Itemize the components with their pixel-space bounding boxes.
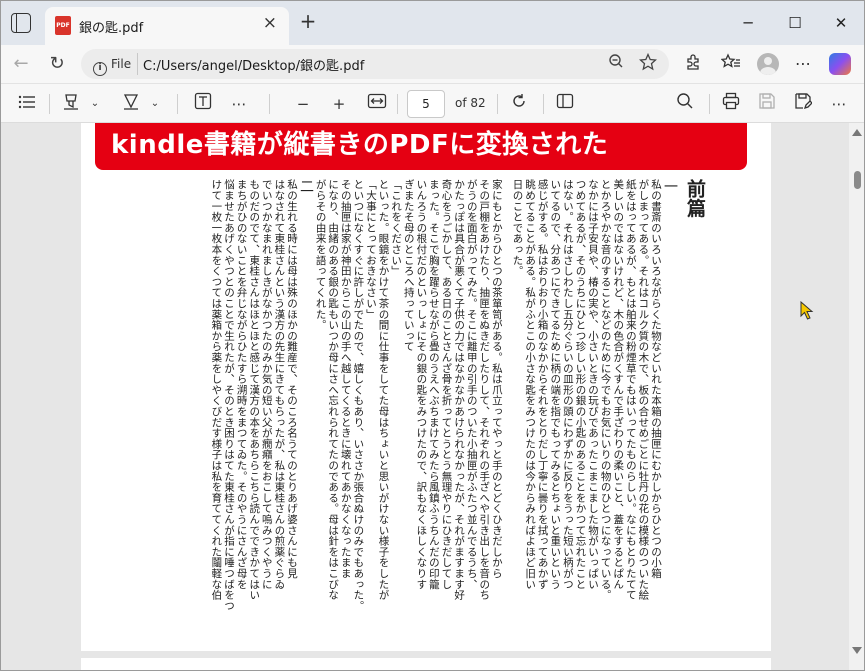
- maximize-button[interactable]: ☐: [775, 9, 815, 37]
- url-text[interactable]: C:/Users/angel/Desktop/銀の匙.pdf: [143, 55, 364, 74]
- zoom-out-button[interactable]: −: [291, 92, 315, 116]
- text-column: いんろうの根付だのといっしょにその銀の匙をみつけたので、訳もなくほしくなりす: [415, 179, 428, 590]
- tab-close-icon[interactable]: ×: [263, 13, 277, 33]
- more-options-icon[interactable]: ⋯: [791, 53, 815, 75]
- info-icon: i: [93, 62, 107, 76]
- page-view-icon[interactable]: [553, 92, 577, 116]
- text-column: がらその由来を語ってくれた。: [314, 179, 327, 331]
- rotate-icon[interactable]: [507, 92, 531, 116]
- draw-dropdown-chevron-icon[interactable]: ⌄: [147, 92, 163, 116]
- new-tab-button[interactable]: +: [295, 9, 321, 35]
- book-heading: 前篇: [684, 179, 706, 218]
- extensions-icon[interactable]: [681, 53, 705, 75]
- minimize-button[interactable]: ─: [728, 9, 768, 37]
- back-button[interactable]: ←: [7, 50, 35, 78]
- text-column: はない。それはさしわたし五分ぐらいの皿形の頭にわずかに反りをうった短い柄がつ: [561, 179, 574, 590]
- vertical-scrollbar[interactable]: [849, 123, 864, 670]
- text-column: 感じがする。私はおりおり小箱のなかからそれをとりだし丁寧に曇りを拭ってあかず: [536, 179, 549, 590]
- scroll-down-arrow-icon[interactable]: [852, 647, 862, 654]
- tab-actions-icon[interactable]: [11, 13, 31, 33]
- text-column: 「大事にとっておきなさい」: [364, 179, 377, 320]
- text-column: その抽匣は家が神田からこの山の手へ越してくるときに壊れてあかなくなったまま: [339, 179, 352, 579]
- table-of-contents-icon[interactable]: [15, 92, 39, 116]
- text-column: がしまってある。それはコルク質の木で、板の合せめごとに牡丹の花の模様のついた絵: [637, 179, 650, 601]
- text-column: かたっぽは具合が悪くて子供の力ではなかなかあけられなかったが、それがますます好: [453, 179, 466, 601]
- section-number-2: 二: [297, 179, 314, 194]
- text-column: 美しいのではないけれど、木の色合がくすんで手ざわりの柔いこと、蓋をするとぱん: [612, 179, 625, 590]
- save-icon[interactable]: [755, 92, 779, 116]
- highlight-icon[interactable]: [59, 92, 83, 116]
- text-column: 日のことであった。: [511, 179, 524, 277]
- tab-active[interactable]: PDF 銀の匙.pdf ×: [45, 7, 289, 45]
- favorite-star-icon[interactable]: [637, 52, 659, 75]
- address-bar[interactable]: i File C:/Users/angel/Desktop/銀の匙.pdf: [81, 49, 669, 79]
- navigation-bar: ← ↻ i File C:/Users/angel/Desktop/銀の匙.pdf…: [1, 45, 864, 83]
- text-column: でいつかなまれましきがなかつたのみか気の短い父が癇癪をおこして嗚みつくやうに: [260, 179, 273, 590]
- text-column: けて一枚一枚本をくつては薬箱から薬をしやくびだす様子は私を育ててくれた鬮軽な伯: [210, 179, 223, 601]
- tab-title: 銀の匙.pdf: [79, 21, 144, 36]
- annotation-banner: kindle書籍が縦書きのPDFに変換された: [95, 123, 747, 170]
- refresh-button[interactable]: ↻: [43, 50, 71, 78]
- text-column: 「これをください」: [390, 179, 403, 277]
- text-column: その戸棚をあけたり、抽匣をぬきだしたりして、それぞれの手ざへや引き出しを音のち: [478, 179, 491, 601]
- text-column: ぎまたそ母のところへ持っていって: [402, 179, 415, 352]
- text-column: 紙をはってあるが、もとは舶来の粉煙草でもはいってたものらしい。なにもとりたてて: [624, 179, 637, 601]
- pdf-viewer[interactable]: kindle書籍が縦書きのPDFに変換された 前篇 一 私の書斎のいろいろながら…: [1, 123, 849, 670]
- text-column: 奇心をうごかして、ある日のことさんざ骨を折ってとうとう無理やりにひきだしてし: [440, 179, 453, 590]
- text-column: 家にもとからひとつの茶箪笥がある。私は爪立ってやっと手のとどくひきだしから: [490, 179, 503, 579]
- text-column: とかろやかな音のすることなどのために今でもお気にいりの物のひとつになっている。: [599, 179, 612, 601]
- favorites-icon[interactable]: [719, 53, 743, 75]
- pdf-more-options-icon[interactable]: ⋯: [827, 92, 851, 116]
- mouse-cursor-icon: [800, 301, 814, 320]
- text-column: 私の生れる時には母は殊のほかの難産で、そのころ名うてのとりあげ婆さんにも見: [285, 179, 298, 579]
- fit-to-width-icon[interactable]: [365, 92, 389, 116]
- pdf-toolbar: ⌄ ⌄ ⋯ − + 5 of 82 ⋯: [1, 83, 864, 123]
- text-box-icon[interactable]: [191, 92, 215, 116]
- page-number-input[interactable]: 5: [407, 90, 445, 118]
- text-column: ものだのでて、東桂さんはほとほと感じて漢方の本をあちらこちら読んでできかてはい: [248, 179, 261, 601]
- text-column: 悩ませたあげくやつとのことで生れたが、そのとき困りはてた東桂さんが指に唾つばをつ: [223, 179, 235, 611]
- search-icon[interactable]: [673, 92, 697, 116]
- close-window-button[interactable]: ✕: [821, 9, 861, 37]
- text-column: まちがひのないことを弁じながらひたすら溯時をまつてゐた。そのやうにさんざ母を: [235, 179, 248, 590]
- text-column: といった。眼鏡をかけて茶の間に仕事をしてた母はちょいと思いがけない様子をしたが: [377, 179, 390, 601]
- save-as-icon[interactable]: [791, 92, 815, 116]
- more-tools-icon[interactable]: ⋯: [227, 92, 251, 116]
- scroll-thumb[interactable]: [854, 171, 861, 189]
- highlight-dropdown-chevron-icon[interactable]: ⌄: [87, 92, 103, 116]
- profile-avatar[interactable]: [757, 53, 779, 75]
- zoom-icon[interactable]: [605, 53, 627, 75]
- pdf-file-icon: PDF: [55, 16, 71, 35]
- page-count: of 82: [455, 96, 486, 110]
- section-1-text-continued: 家にもとからひとつの茶箪笥がある。私は爪立ってやっと手のとどくひきだしから その戸…: [314, 179, 503, 645]
- column-gap: [503, 179, 511, 645]
- text-column: なかには子安貝や、椿の実や、小さいときの玩びであったこまこました物がいっぱい: [587, 179, 600, 590]
- text-column: がうのを面白がってみた。そこに離甲の引手のついた小抽匣がふたつ並んでるうち、: [465, 179, 478, 590]
- browser-window: PDF 銀の匙.pdf × + ─ ☐ ✕ ← ↻ i File C:/Users…: [0, 0, 865, 671]
- section-number-1: 一: [662, 179, 678, 194]
- copilot-icon[interactable]: [829, 53, 851, 75]
- vertical-text-body: 前篇 一 私の書斎のいろいろながらくた物などいれた本箱の抽匣にむかしからひとつの…: [166, 179, 706, 645]
- text-column: 私の書斎のいろいろながらくた物などいれた本箱の抽匣にむかしからひとつの小箱: [650, 179, 662, 579]
- text-column: になり、由緒のある銀の匙もいつか母にさへ忘れられてたのである。母は針をはこびな: [327, 179, 340, 601]
- text-column: まった。そこで胸を躍らせながら畳のうえへぶちまけてみたら風鎮ふうちんだの印籠: [427, 179, 440, 590]
- tab-bar: PDF 銀の匙.pdf × + ─ ☐ ✕: [1, 1, 864, 45]
- scroll-up-arrow-icon[interactable]: [852, 129, 862, 136]
- text-column: 眺めてることがある。私がふとこの小さな匙をみつけたのは今からみればよほど旧い: [524, 179, 537, 590]
- text-column: つめてあるが、そのうちにひとつ珍しい形の銀の小匙のあることをかつて忘れたこと: [574, 179, 587, 590]
- pdf-next-page: [81, 658, 771, 670]
- zoom-in-button[interactable]: +: [327, 92, 351, 116]
- section-2-text: 私の生れる時には母は殊のほかの難産で、そのころ名うてのとりあげ婆さんにも見 はなさ…: [210, 179, 298, 645]
- draw-icon[interactable]: [119, 92, 143, 116]
- text-column: はなされて東桂さんという漢方の先生にきてもらったが、私は東桂さんの煎薬ぐらゐ: [273, 179, 286, 590]
- file-label: File: [111, 57, 132, 71]
- section-1-text: 私の書斎のいろいろながらくた物などいれた本箱の抽匣にむかしからひとつの小箱 がしま…: [511, 179, 662, 645]
- text-column: いてるので、分あつにできてるために柄の端を指でもってみるとちょいと重いという: [549, 179, 562, 590]
- text-column: といつになくすぐに許しがでたので、嬉しくもあり、いささか張合ぬけのみでもあった。: [352, 179, 365, 611]
- site-info-chip[interactable]: i File: [89, 53, 139, 76]
- print-icon[interactable]: [719, 92, 743, 116]
